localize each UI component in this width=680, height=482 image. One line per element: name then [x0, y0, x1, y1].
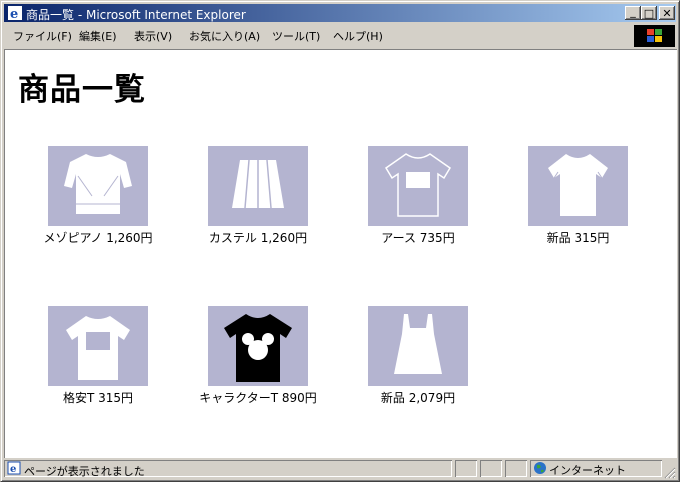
- product-image[interactable]: [208, 146, 308, 226]
- title-bar[interactable]: e 商品一覧 - Microsoft Internet Explorer _ □…: [4, 4, 676, 22]
- browser-window: e 商品一覧 - Microsoft Internet Explorer _ □…: [0, 0, 680, 482]
- zone-text: インターネット: [549, 464, 626, 477]
- product-item[interactable]: メゾピアノ 1,260円: [28, 146, 168, 246]
- page-content: 商品一覧 メゾピアノ 1,260円 カステル 1,260円 アース 735円 新…: [4, 49, 677, 458]
- product-image[interactable]: [48, 306, 148, 386]
- menu-tools[interactable]: ツール(T): [272, 28, 320, 44]
- page-done-icon: e: [7, 461, 21, 475]
- internet-zone-icon: [534, 462, 546, 474]
- tshirt-print-icon: [384, 153, 452, 217]
- product-caption: アース 735円: [381, 231, 455, 245]
- sweater-icon: [64, 154, 132, 214]
- product-caption: カステル 1,260円: [208, 231, 308, 245]
- status-cell: e ページが表示されました: [4, 460, 452, 478]
- product-caption: 新品 315円: [546, 231, 610, 245]
- status-panel: [505, 460, 527, 477]
- product-item[interactable]: アース 735円: [348, 146, 488, 246]
- tshirt-icon: [548, 154, 608, 216]
- status-panel: [480, 460, 502, 477]
- page-title: 商品一覧: [18, 72, 146, 108]
- tshirt-box-icon: [66, 316, 130, 380]
- minimize-icon: _: [630, 4, 636, 18]
- zone-panel: インターネット: [530, 460, 662, 477]
- product-image[interactable]: [48, 146, 148, 226]
- windows-logo: [634, 25, 675, 47]
- product-caption: キャラクターT 890円: [199, 391, 317, 405]
- close-icon: ✕: [662, 6, 672, 20]
- product-image[interactable]: [528, 146, 628, 226]
- menu-favorites[interactable]: お気に入り(A): [189, 28, 260, 44]
- skirt-icon: [232, 159, 284, 209]
- status-text: ページが表示されました: [24, 465, 145, 478]
- product-caption: 格安T 315円: [62, 391, 134, 405]
- character-tshirt-icon: [224, 314, 292, 382]
- product-item[interactable]: 格安T 315円: [28, 306, 168, 406]
- product-item[interactable]: 新品 2,079円: [348, 306, 488, 406]
- menu-edit[interactable]: 編集(E): [79, 28, 117, 44]
- product-caption: メゾピアノ 1,260円: [43, 231, 153, 245]
- product-image[interactable]: [368, 146, 468, 226]
- product-item[interactable]: カステル 1,260円: [188, 146, 328, 246]
- close-button[interactable]: ✕: [659, 6, 675, 20]
- status-panel: [455, 460, 477, 477]
- tank-dress-icon: [394, 314, 442, 374]
- resize-grip-icon[interactable]: [664, 467, 676, 479]
- status-bar: e ページが表示されました インターネット: [4, 459, 676, 479]
- svg-text:e: e: [10, 464, 16, 475]
- svg-text:e: e: [10, 7, 18, 21]
- menu-view[interactable]: 表示(V): [134, 28, 172, 44]
- menu-file[interactable]: ファイル(F): [13, 28, 72, 44]
- window-title: 商品一覧 - Microsoft Internet Explorer: [26, 8, 246, 22]
- menu-help[interactable]: ヘルプ(H): [333, 28, 383, 44]
- menu-bar: ファイル(F) 編集(E) 表示(V) お気に入り(A) ツール(T) ヘルプ(…: [4, 24, 676, 47]
- windows-flag-icon: [646, 29, 662, 42]
- ie-icon: e: [8, 6, 22, 21]
- product-image[interactable]: [368, 306, 468, 386]
- product-image[interactable]: [208, 306, 308, 386]
- maximize-icon: □: [643, 6, 655, 20]
- product-item[interactable]: キャラクターT 890円: [188, 306, 328, 406]
- maximize-button[interactable]: □: [641, 6, 657, 20]
- product-caption: 新品 2,079円: [380, 391, 456, 405]
- minimize-button[interactable]: _: [625, 6, 641, 20]
- product-item[interactable]: 新品 315円: [508, 146, 648, 246]
